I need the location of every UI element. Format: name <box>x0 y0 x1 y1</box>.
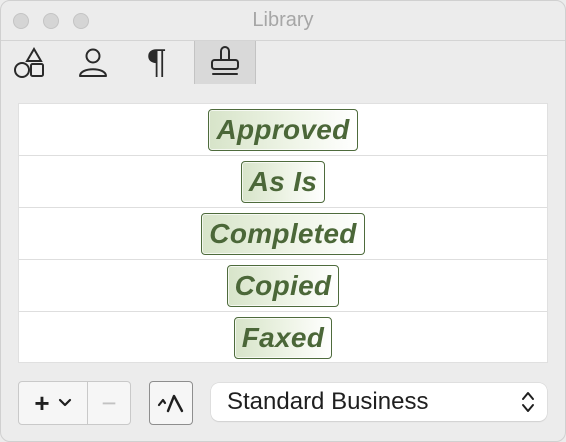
plus-icon: + <box>34 388 50 418</box>
tab-stamps[interactable] <box>194 41 256 84</box>
bottom-bar: + − Standard Business <box>1 381 565 427</box>
title-bar: Library <box>1 1 565 41</box>
stamp-row-approved[interactable]: Approved <box>19 104 547 156</box>
stamp-row-faxed[interactable]: Faxed <box>19 312 547 364</box>
signature-icon <box>157 394 184 413</box>
signature-button[interactable] <box>149 381 193 425</box>
stamp-copied[interactable]: Copied <box>226 264 340 307</box>
stamp-list: Approved As Is Completed Copied Faxed <box>18 103 548 363</box>
tab-text[interactable]: ¶ <box>129 41 184 84</box>
add-button[interactable]: + <box>18 381 88 425</box>
tab-shapes[interactable] <box>2 41 57 84</box>
paragraph-icon: ¶ <box>145 42 168 83</box>
stamp-row-as-is[interactable]: As Is <box>19 156 547 208</box>
stamp-icon <box>211 45 239 75</box>
stamp-approved[interactable]: Approved <box>208 108 358 151</box>
person-icon <box>78 48 107 77</box>
up-down-chevron-icon <box>522 392 534 412</box>
stamp-set-selector-value: Standard Business <box>227 388 429 415</box>
stamp-set-selector[interactable]: Standard Business <box>211 383 547 421</box>
chevron-down-icon <box>58 398 71 407</box>
stamp-completed[interactable]: Completed <box>201 212 365 255</box>
shapes-icon <box>13 46 44 78</box>
library-window: Library ¶ Approved As Is Completed Copie… <box>0 0 566 442</box>
minus-icon: − <box>101 388 117 418</box>
library-toolbar: ¶ <box>1 41 565 85</box>
window-title: Library <box>252 9 314 31</box>
stamp-faxed[interactable]: Faxed <box>233 317 333 359</box>
tab-people[interactable] <box>65 41 120 84</box>
stamp-row-copied[interactable]: Copied <box>19 260 547 312</box>
stamp-row-completed[interactable]: Completed <box>19 208 547 260</box>
stamp-as-is[interactable]: As Is <box>240 160 326 203</box>
remove-button[interactable]: − <box>87 381 131 425</box>
